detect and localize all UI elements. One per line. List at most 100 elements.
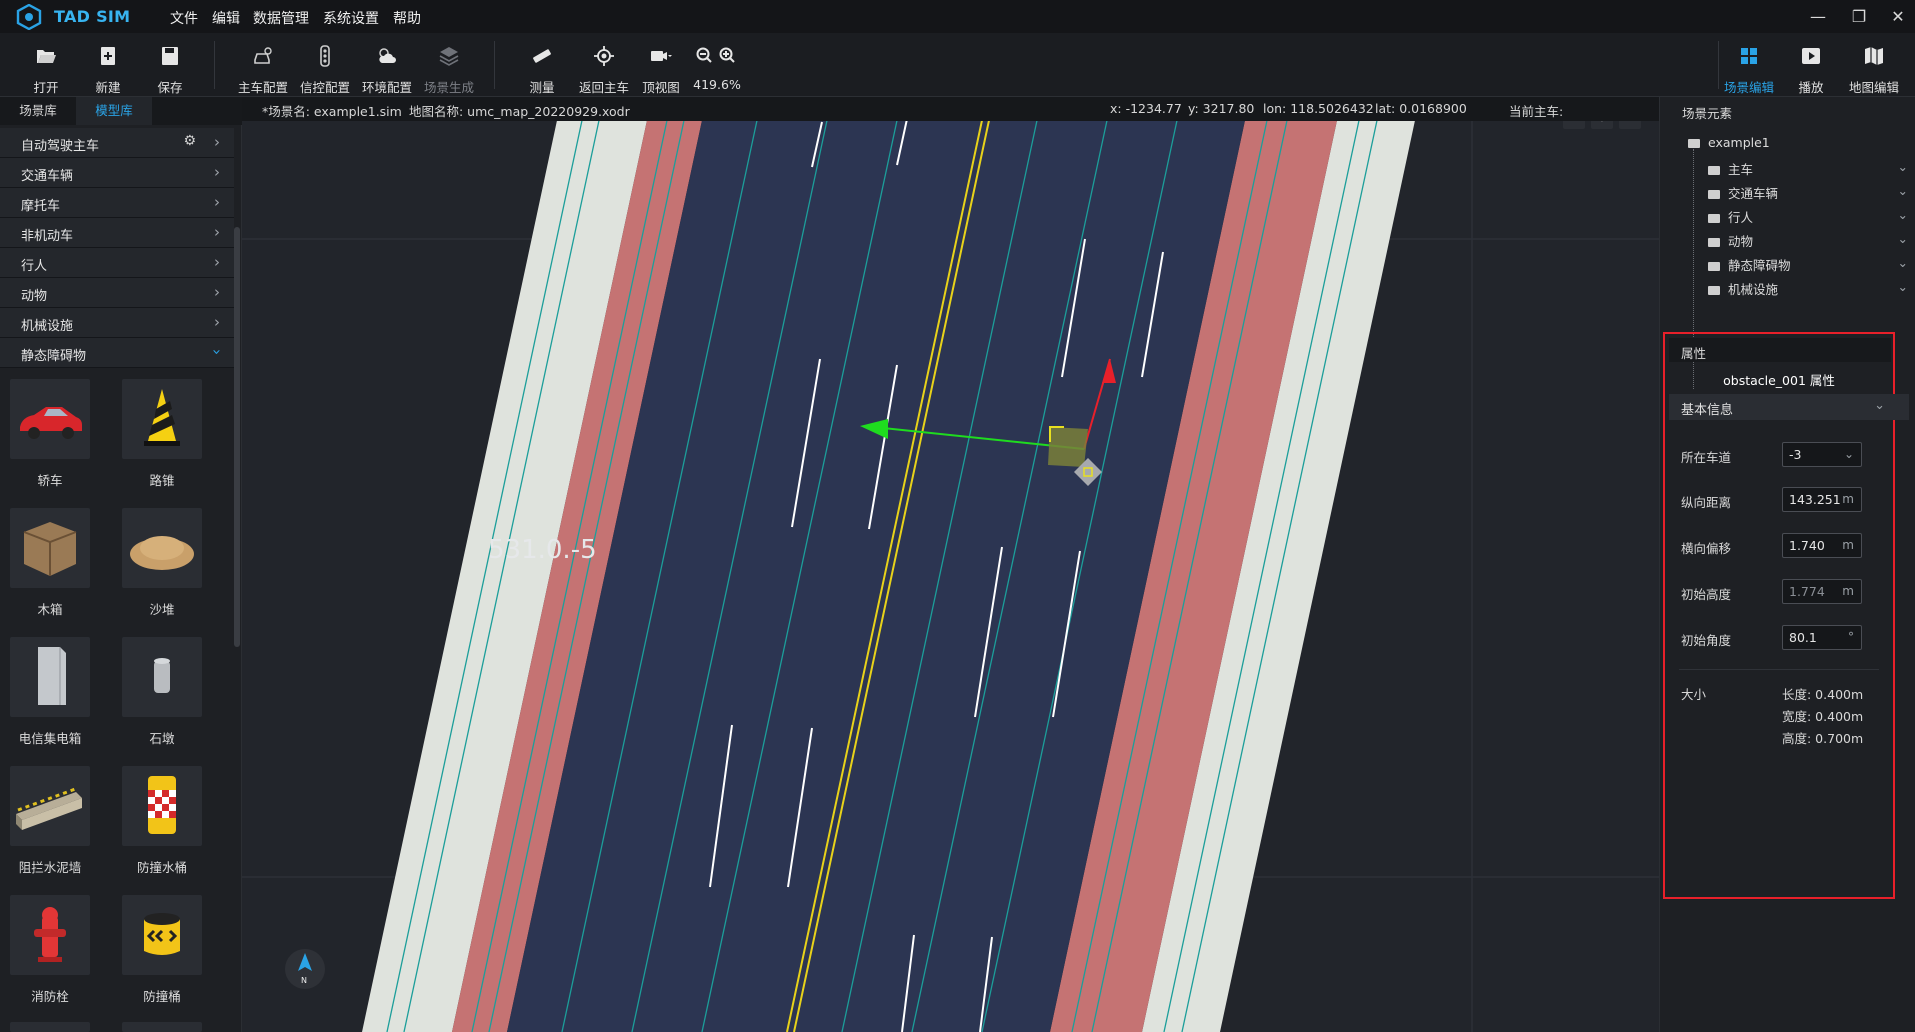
env-config-button[interactable]: 环境配置 bbox=[356, 41, 418, 96]
chevron-right-icon: › bbox=[214, 253, 220, 271]
traffic-light-icon bbox=[320, 45, 330, 67]
init-height-input[interactable]: 1.774 m bbox=[1782, 579, 1862, 604]
signal-config-button[interactable]: 信控配置 bbox=[294, 41, 356, 96]
lane-select[interactable]: -3 ⌄ bbox=[1782, 442, 1862, 467]
info-bar: *场景名: example1.sim 地图名称: umc_map_2022092… bbox=[242, 97, 1659, 121]
app-logo-icon bbox=[16, 4, 42, 30]
close-icon[interactable]: ✕ bbox=[1883, 4, 1913, 30]
model-tile-telecom-box[interactable] bbox=[10, 637, 90, 717]
tree-item-pedestrian[interactable]: 行人 ⌄ bbox=[1708, 207, 1908, 226]
model-tile-cone[interactable] bbox=[122, 379, 202, 459]
tree-item-static-obstacle[interactable]: 静态障碍物 ⌄ bbox=[1708, 255, 1908, 274]
chevron-right-icon: › bbox=[214, 133, 220, 151]
left-scrollbar[interactable] bbox=[234, 227, 240, 647]
model-tile-crash-barrel[interactable] bbox=[122, 895, 202, 975]
model-label: 消防栓 bbox=[31, 989, 69, 1004]
category-nonmotor[interactable]: 非机动车 › bbox=[0, 218, 234, 248]
tree-item-traffic[interactable]: 交通车辆 ⌄ bbox=[1708, 183, 1908, 202]
map-edit-button[interactable]: 地图编辑 bbox=[1843, 41, 1905, 96]
return-ego-button[interactable]: 返回主车 bbox=[573, 41, 635, 96]
grid-icon bbox=[1741, 48, 1757, 64]
lat-offset-input[interactable]: 1.740 m bbox=[1782, 533, 1862, 558]
category-static-obstacle[interactable]: 静态障碍物 › bbox=[0, 338, 234, 368]
category-moto[interactable]: 摩托车 › bbox=[0, 188, 234, 218]
model-tile-sedan[interactable] bbox=[10, 379, 90, 459]
category-machine[interactable]: 机械设施 › bbox=[0, 308, 234, 338]
scene-name: *场景名: example1.sim bbox=[262, 104, 402, 119]
new-button[interactable]: 新建 bbox=[77, 41, 139, 96]
measure-button[interactable]: 测量 bbox=[511, 41, 573, 96]
tree-item-machine[interactable]: 机械设施 ⌄ bbox=[1708, 279, 1908, 298]
zoom-control[interactable]: 419.6% bbox=[688, 41, 746, 92]
model-tile-crate[interactable] bbox=[10, 508, 90, 588]
locate-icon bbox=[594, 46, 614, 66]
section-basic-info[interactable]: 基本信息 ⌄ bbox=[1669, 394, 1909, 420]
minimize-icon[interactable]: — bbox=[1803, 4, 1833, 30]
save-button[interactable]: 保存 bbox=[139, 41, 201, 96]
water-barrel-icon bbox=[148, 776, 176, 834]
folder-icon bbox=[1708, 214, 1720, 223]
category-pedestrian[interactable]: 行人 › bbox=[0, 248, 234, 278]
model-label: 路锥 bbox=[149, 473, 175, 488]
model-label: 木箱 bbox=[37, 602, 63, 617]
right-panel: 场景元素 example1 主车 ⌄ 交通车辆 ⌄ 行人 ⌄ 动物 ⌄ 静态障碍物 ⌄ 机… bbox=[1659, 97, 1915, 1032]
menu-data[interactable]: 数据管理 bbox=[253, 8, 309, 28]
menu-file[interactable]: 文件 bbox=[170, 8, 198, 28]
folder-icon bbox=[1708, 190, 1720, 199]
menu-edit[interactable]: 编辑 bbox=[212, 8, 240, 28]
scene-gen-button[interactable]: 场景生成 bbox=[418, 41, 480, 96]
properties-header: 属性 bbox=[1669, 338, 1891, 362]
menu-settings[interactable]: 系统设置 bbox=[323, 8, 379, 28]
model-tile-water-barrel[interactable] bbox=[122, 766, 202, 846]
map-viewport[interactable]: 531.0.-5 N ➤ ✥ ↻ bbox=[242, 97, 1659, 1032]
lane-label: 所在车道 bbox=[1681, 450, 1732, 465]
init-angle-input[interactable]: 80.1 ° bbox=[1782, 625, 1862, 650]
category-animal[interactable]: 动物 › bbox=[0, 278, 234, 308]
init-angle-label: 初始角度 bbox=[1681, 633, 1732, 648]
category-traffic[interactable]: 交通车辆 › bbox=[0, 158, 234, 188]
hydrant-icon bbox=[34, 907, 66, 962]
model-label: 阻拦水泥墙 bbox=[18, 860, 82, 875]
folder-icon bbox=[1708, 286, 1720, 295]
model-tile-hydrant[interactable] bbox=[10, 895, 90, 975]
restore-icon[interactable]: ❐ bbox=[1844, 4, 1874, 30]
top-view-button[interactable]: 顶视图 bbox=[630, 41, 692, 96]
camera-dropdown-icon bbox=[651, 51, 672, 61]
compass-north-label: N bbox=[301, 976, 307, 985]
scene-edit-button[interactable]: 场景编辑 bbox=[1718, 41, 1780, 96]
toolbar: 打开 新建 保存 主车配置 信控配置 环境配置 场景生成 测量 返回主车 顶视图… bbox=[0, 33, 1915, 97]
left-panel: 场景库 模型库 自动驾驶主车 ⚙ › 交通车辆 › 摩托车 › 非机动车 › 行人 › 动物… bbox=[0, 97, 242, 1032]
folder-open-icon bbox=[37, 50, 56, 63]
model-tile-stone-pier[interactable] bbox=[122, 637, 202, 717]
tree-root[interactable]: example1 bbox=[1688, 135, 1770, 150]
properties-title: obstacle_001 属性 bbox=[1723, 373, 1835, 388]
open-button[interactable]: 打开 bbox=[15, 41, 77, 96]
model-tile-partial[interactable] bbox=[10, 1022, 90, 1032]
tree-item-animal[interactable]: 动物 ⌄ bbox=[1708, 231, 1908, 250]
ruler-icon bbox=[533, 49, 551, 63]
tree-item-ego[interactable]: 主车 ⌄ bbox=[1708, 159, 1908, 178]
category-ego[interactable]: 自动驾驶主车 ⚙ › bbox=[0, 128, 234, 158]
menu-help[interactable]: 帮助 bbox=[393, 8, 421, 28]
sand-pile-icon bbox=[130, 536, 194, 570]
model-tile-partial[interactable] bbox=[122, 1022, 202, 1032]
model-tile-barrier-wall[interactable] bbox=[10, 766, 90, 846]
tab-scene-library[interactable]: 场景库 bbox=[0, 97, 76, 125]
model-label: 电信集电箱 bbox=[18, 731, 82, 746]
ego-config-button[interactable]: 主车配置 bbox=[232, 41, 294, 96]
size-length: 长度: 0.400m bbox=[1782, 687, 1864, 702]
chevron-right-icon: › bbox=[214, 283, 220, 301]
map-icon bbox=[1865, 47, 1883, 65]
size-height: 高度: 0.700m bbox=[1782, 731, 1864, 746]
model-tile-sand[interactable] bbox=[122, 508, 202, 588]
play-button[interactable]: 播放 bbox=[1780, 41, 1842, 96]
chevron-down-icon: ⌄ bbox=[1874, 398, 1885, 413]
road-canvas[interactable] bbox=[242, 97, 1659, 1032]
folder-icon bbox=[1688, 139, 1700, 148]
lon-distance-input[interactable]: 143.251 m bbox=[1782, 487, 1862, 512]
barrier-wall-icon bbox=[16, 786, 82, 830]
folder-icon bbox=[1708, 166, 1720, 175]
tab-model-library[interactable]: 模型库 bbox=[76, 97, 152, 125]
new-file-icon bbox=[101, 47, 115, 65]
folder-icon bbox=[1708, 262, 1720, 271]
